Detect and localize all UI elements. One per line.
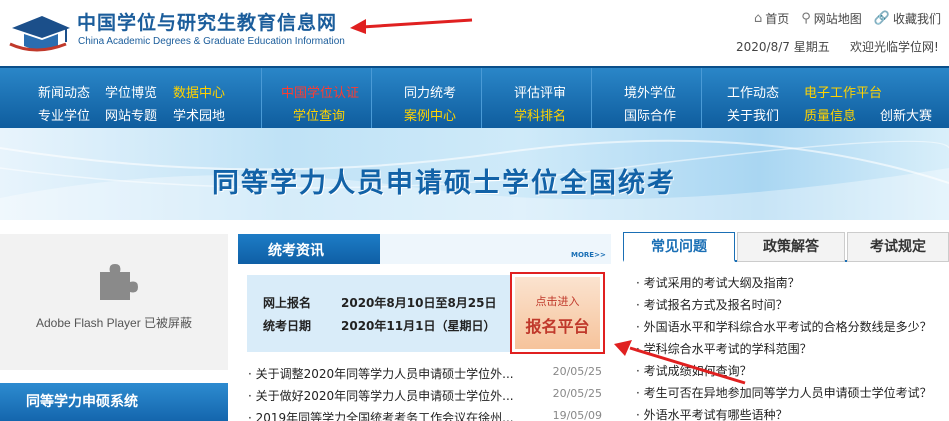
registration-platform-label: 报名平台	[525, 317, 590, 336]
flash-placeholder[interactable]	[0, 234, 228, 370]
home-link-label: 首页	[765, 12, 790, 26]
site-subtitle: China Academic Degrees & Graduate Educat…	[78, 36, 345, 47]
nav-degree-expo[interactable]: 学位博览	[105, 82, 157, 101]
nav-overseas-degree[interactable]: 境外学位	[624, 82, 676, 101]
exam-date-label: 统考日期	[263, 319, 312, 333]
exam-news-header-tail	[380, 234, 611, 264]
faq-item[interactable]: · 考试报名方式及报名时间？	[636, 296, 788, 313]
nav-news[interactable]: 新闻动态	[38, 82, 90, 101]
news-item-date: 20/05/25	[552, 387, 602, 400]
exam-date-value: 2020年11月1日（星期日）	[341, 319, 496, 333]
tab-policy[interactable]: 政策解答	[737, 232, 845, 262]
registration-label: 网上报名	[263, 296, 312, 310]
faq-tabs: 常见问题 政策解答 考试规定	[623, 232, 949, 262]
nav-academic-garden[interactable]: 学术园地	[173, 105, 225, 124]
news-item-title: · 2019年同等学力全国统考考务工作会议在徐州...	[248, 411, 514, 421]
favorite-link[interactable]: 🔗 收藏我们	[874, 10, 941, 27]
news-item-date: 20/05/25	[552, 365, 602, 378]
nav-special-topics[interactable]: 网站专题	[105, 105, 157, 124]
nav-innovation-contest[interactable]: 创新大赛	[880, 105, 932, 124]
news-item-title: · 关于做好2020年同等学力人员申请硕士学位外...	[248, 389, 514, 403]
tab-faq[interactable]: 常见问题	[623, 232, 735, 262]
paperclip-icon: 🔗	[873, 11, 890, 26]
home-icon: ⌂	[753, 11, 763, 26]
favorite-link-label: 收藏我们	[892, 12, 941, 26]
welcome-text: 欢迎光临学位网!	[850, 40, 939, 54]
nav-discipline-rank[interactable]: 学科排名	[514, 105, 566, 124]
annotation-arrow-icon	[350, 18, 473, 34]
nav-intl-cooperation[interactable]: 国际合作	[624, 105, 676, 124]
news-item-title: · 关于调整2020年同等学力人员申请硕士学位外...	[248, 367, 514, 381]
nav-e-platform[interactable]: 电子工作平台	[804, 82, 882, 101]
more-link[interactable]: MORE>>	[571, 251, 606, 259]
site-title[interactable]: 中国学位与研究生教育信息网	[77, 8, 337, 35]
registration-platform-inner: 点击进入 报名平台	[515, 277, 600, 349]
site-header: 中国学位与研究生教育信息网 China Academic Degrees & G…	[0, 0, 949, 66]
nav-degree-cert[interactable]: 中国学位认证	[281, 82, 359, 101]
home-link[interactable]: ⌂ 首页	[754, 10, 789, 27]
faq-item[interactable]: · 考生可否在异地参加同等学力人员申请硕士学位考试？	[636, 384, 932, 401]
plugin-puzzle-icon	[100, 264, 138, 300]
nav-degree-query[interactable]: 学位查询	[293, 105, 345, 124]
nav-data-center[interactable]: 数据中心	[173, 82, 225, 101]
sitemap-link-label: 网站地图	[813, 12, 862, 26]
registration-platform-button[interactable]: 点击进入 报名平台	[510, 272, 605, 354]
news-item-date: 19/05/09	[552, 409, 602, 421]
top-links: ⌂ 首页 ⚲ 网站地图 🔗 收藏我们	[754, 10, 941, 27]
current-date: 2020/8/7 星期五	[736, 40, 830, 54]
page: 中国学位与研究生教育信息网 China Academic Degrees & G…	[0, 0, 949, 421]
registration-dates: 2020年8月10日至8月25日	[341, 296, 497, 310]
nav-case-center[interactable]: 案例中心	[404, 105, 456, 124]
map-pin-icon: ⚲	[801, 11, 811, 26]
nav-about-us[interactable]: 关于我们	[727, 105, 779, 124]
banner-title: 同等学力人员申请硕士学位全国统考	[212, 168, 676, 199]
nav-work-news[interactable]: 工作动态	[727, 82, 779, 101]
system-title[interactable]: 同等学力申硕系统	[0, 383, 228, 421]
nav-professional-degree[interactable]: 专业学位	[38, 105, 90, 124]
logo-mortarboard-icon[interactable]	[6, 8, 72, 54]
annotation-arrow-icon	[614, 340, 746, 385]
nav-evaluation[interactable]: 评估评审	[514, 82, 566, 101]
faq-item[interactable]: · 外语水平考试有哪些语种？	[636, 406, 788, 421]
faq-item[interactable]: · 考试采用的考试大纲及指南？	[636, 274, 800, 291]
sitemap-link[interactable]: ⚲ 网站地图	[801, 10, 862, 27]
exam-news-title: 统考资讯	[268, 243, 324, 259]
nav-quality-info[interactable]: 质量信息	[804, 105, 856, 124]
tab-exam-rules[interactable]: 考试规定	[847, 232, 949, 262]
main-nav: 新闻动态 学位博览 数据中心 中国学位认证 同力统考 评估评审 境外学位 工作动…	[0, 66, 949, 128]
registration-platform-sub: 点击进入	[535, 295, 580, 308]
exam-banner: 同等学力人员申请硕士学位全国统考	[0, 128, 949, 220]
nav-unified-exam[interactable]: 同力统考	[404, 82, 456, 101]
flash-blocked-text: Adobe Flash Player 已被屏蔽	[35, 316, 193, 330]
